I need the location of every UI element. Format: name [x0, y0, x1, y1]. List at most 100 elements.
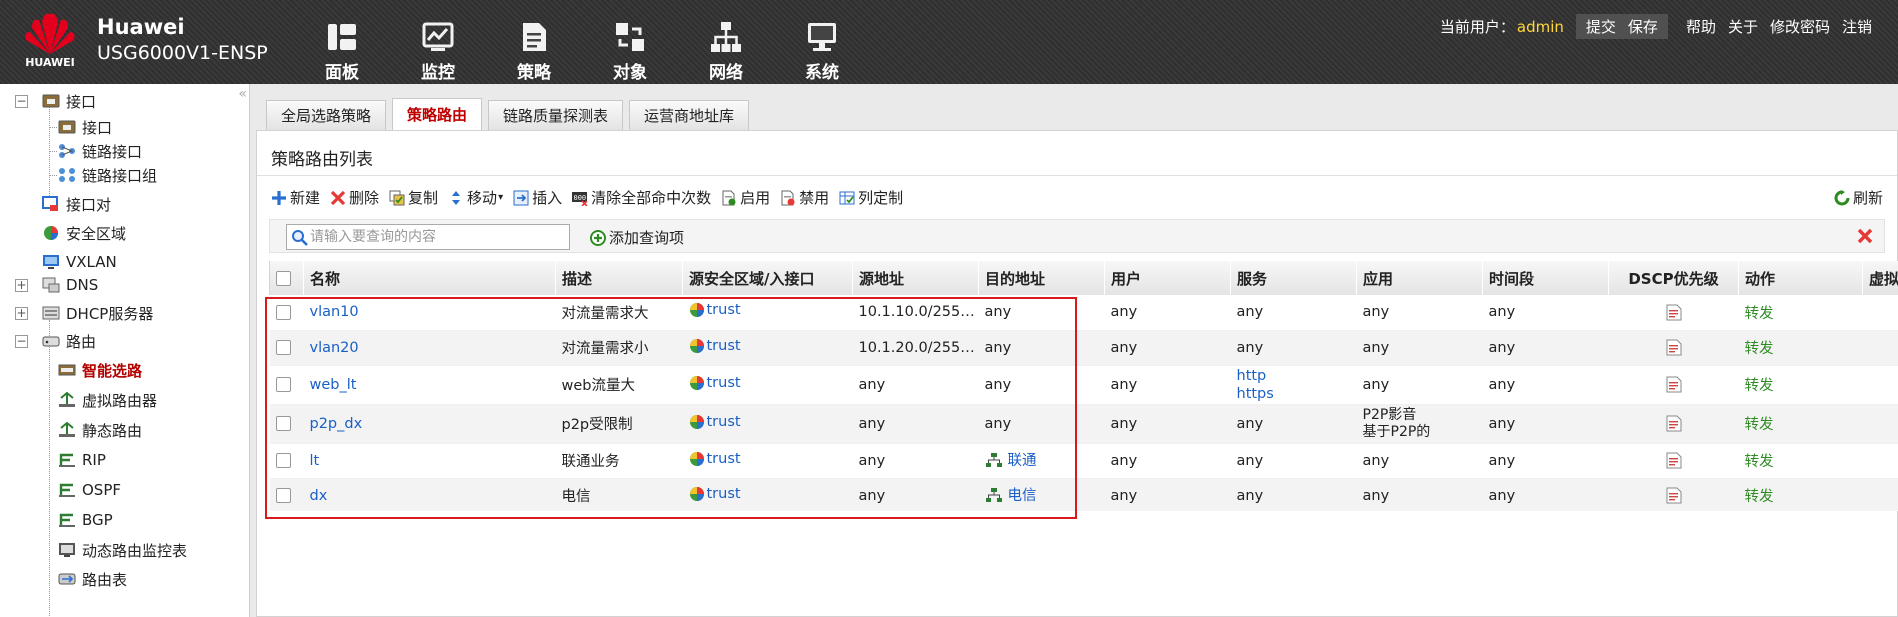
- column-header[interactable]: 源安全区域/入接口: [682, 261, 853, 295]
- route-name-link[interactable]: lt: [310, 453, 320, 469]
- table-row[interactable]: vlan20 对流量需求小 trust 10.1.20.0/255.255.25…: [269, 330, 1898, 366]
- tree-item-static-route[interactable]: 静态路由: [58, 416, 142, 444]
- tree-item-interface[interactable]: 接口: [42, 87, 96, 115]
- collapse-toggle[interactable]: −: [15, 95, 28, 108]
- tab-isp-address-library[interactable]: 运营商地址库: [629, 100, 750, 130]
- tree-item-dns[interactable]: DNS: [42, 271, 98, 299]
- search-input[interactable]: [310, 229, 560, 245]
- column-header[interactable]: 名称: [303, 261, 556, 295]
- expand-toggle[interactable]: +: [15, 307, 28, 320]
- customize-columns-button[interactable]: 列定制: [839, 187, 903, 208]
- table-row[interactable]: lt 联通业务 trust any 联通 any any any any 转发: [269, 443, 1898, 479]
- route-name-link[interactable]: vlan20: [310, 340, 359, 356]
- dscp-doc-icon[interactable]: [1666, 339, 1682, 356]
- tab-global-route-selection[interactable]: 全局选路策略: [266, 100, 387, 130]
- save-button[interactable]: 保存: [1622, 16, 1664, 37]
- tab-link-quality-probe[interactable]: 链路质量探测表: [488, 100, 624, 130]
- route-name-link[interactable]: dx: [310, 488, 328, 504]
- clear-hit-count-button[interactable]: 000 清除全部命中次数: [572, 187, 711, 208]
- collapse-sidebar-icon[interactable]: «: [238, 86, 247, 102]
- zone-wrap[interactable]: trust: [689, 486, 741, 502]
- row-checkbox[interactable]: [275, 340, 291, 355]
- route-name-link[interactable]: vlan10: [310, 304, 359, 320]
- disable-button[interactable]: 禁用: [780, 187, 829, 208]
- zone-wrap[interactable]: trust: [689, 338, 741, 354]
- column-header[interactable]: 用户: [1104, 261, 1231, 295]
- tree-item-dynamic-route-monitor[interactable]: 动态路由监控表: [58, 536, 187, 564]
- row-checkbox[interactable]: [275, 377, 291, 392]
- clear-search-icon[interactable]: [1856, 227, 1874, 245]
- table-row[interactable]: dx 电信 trust any 电信 any any any any 转发: [269, 478, 1898, 511]
- row-checkbox[interactable]: [275, 488, 291, 503]
- destination-wrap[interactable]: 电信: [985, 484, 1037, 505]
- row-checkbox[interactable]: [275, 416, 291, 431]
- nav-object[interactable]: 对象: [582, 0, 678, 84]
- dscp-doc-icon[interactable]: [1666, 487, 1682, 504]
- add-query-item-button[interactable]: 添加查询项: [590, 227, 684, 248]
- tree-item-dhcp-server[interactable]: DHCP服务器: [42, 299, 153, 327]
- nav-network[interactable]: 网络: [678, 0, 774, 84]
- tree-item-interface-pair[interactable]: 接口对: [42, 190, 111, 218]
- tree-item-bgp[interactable]: BGP: [58, 506, 113, 534]
- table-row[interactable]: web_lt web流量大 trust any any any http http…: [269, 365, 1898, 405]
- help-link[interactable]: 帮助: [1680, 16, 1722, 37]
- service-link[interactable]: http: [1237, 367, 1357, 385]
- column-header[interactable]: DSCP优先级: [1608, 261, 1739, 295]
- enable-button[interactable]: 启用: [721, 187, 770, 208]
- zone-wrap[interactable]: trust: [689, 375, 741, 391]
- move-dropdown[interactable]: 移动 ▾: [448, 187, 503, 208]
- copy-button[interactable]: 复制: [389, 187, 438, 208]
- service-link[interactable]: https: [1237, 385, 1357, 403]
- destination-wrap[interactable]: 联通: [985, 449, 1037, 470]
- nav-system[interactable]: 系统: [774, 0, 870, 84]
- tree-item-smart-routing[interactable]: 智能选路: [58, 356, 142, 384]
- new-button[interactable]: 新建: [271, 187, 320, 208]
- about-link[interactable]: 关于: [1722, 16, 1764, 37]
- logout-link[interactable]: 注销: [1836, 16, 1878, 37]
- route-name-link[interactable]: web_lt: [310, 377, 357, 393]
- row-checkbox[interactable]: [275, 453, 291, 468]
- nav-dashboard[interactable]: 面板: [294, 0, 390, 84]
- column-header[interactable]: 时间段: [1482, 261, 1609, 295]
- tree-item-routing-table[interactable]: 路由表: [58, 565, 127, 593]
- tree-item-security-zone[interactable]: 安全区域: [42, 219, 126, 247]
- column-header[interactable]: 描述: [555, 261, 683, 295]
- zone-wrap[interactable]: trust: [689, 414, 741, 430]
- column-header[interactable]: 源地址: [852, 261, 979, 295]
- nav-policy[interactable]: 策略: [486, 0, 582, 84]
- tree-item-label: 虚拟路由器: [82, 391, 158, 410]
- row-checkbox[interactable]: [275, 304, 291, 320]
- insert-icon: [513, 190, 529, 205]
- tree-item-ospf[interactable]: OSPF: [58, 476, 121, 504]
- dscp-doc-icon[interactable]: [1666, 452, 1682, 469]
- change-password-link[interactable]: 修改密码: [1764, 16, 1836, 37]
- dscp-doc-icon[interactable]: [1666, 415, 1682, 432]
- tab-policy-routing[interactable]: 策略路由: [392, 98, 483, 130]
- column-header[interactable]: 目的地址: [978, 261, 1105, 295]
- nav-label: 系统: [805, 63, 839, 83]
- tree-item-virtual-router[interactable]: 虚拟路由器: [58, 386, 157, 414]
- nav-monitor[interactable]: 监控: [390, 0, 486, 84]
- expand-toggle[interactable]: +: [15, 279, 28, 292]
- insert-button[interactable]: 插入: [513, 187, 562, 208]
- column-header[interactable]: 服务: [1230, 261, 1357, 295]
- tree-item-rip[interactable]: RIP: [58, 446, 106, 474]
- delete-button[interactable]: 删除: [330, 187, 379, 208]
- dscp-doc-icon[interactable]: [1666, 376, 1682, 393]
- collapse-toggle[interactable]: −: [15, 335, 28, 348]
- column-header[interactable]: 动作: [1738, 261, 1863, 295]
- select-all-checkbox[interactable]: [276, 271, 291, 286]
- zone-wrap[interactable]: trust: [689, 302, 741, 318]
- table-row[interactable]: vlan10 对流量需求大 trust 10.1.10.0/255.255.25…: [269, 295, 1898, 331]
- refresh-button[interactable]: 刷新: [1834, 187, 1883, 208]
- submit-button[interactable]: 提交: [1580, 16, 1622, 37]
- zone-wrap[interactable]: trust: [689, 451, 741, 467]
- column-header[interactable]: 应用: [1356, 261, 1483, 295]
- isp-network-icon: [985, 452, 1002, 467]
- column-header[interactable]: 虚拟: [1862, 261, 1898, 295]
- route-name-link[interactable]: p2p_dx: [310, 416, 363, 432]
- tree-item-link-interface-group[interactable]: 链路接口组: [58, 161, 157, 189]
- table-row[interactable]: p2p_dx p2p受限制 trust any any any any P2P影…: [269, 404, 1898, 444]
- tree-item-routing[interactable]: 路由: [42, 327, 96, 355]
- dscp-doc-icon[interactable]: [1666, 304, 1682, 321]
